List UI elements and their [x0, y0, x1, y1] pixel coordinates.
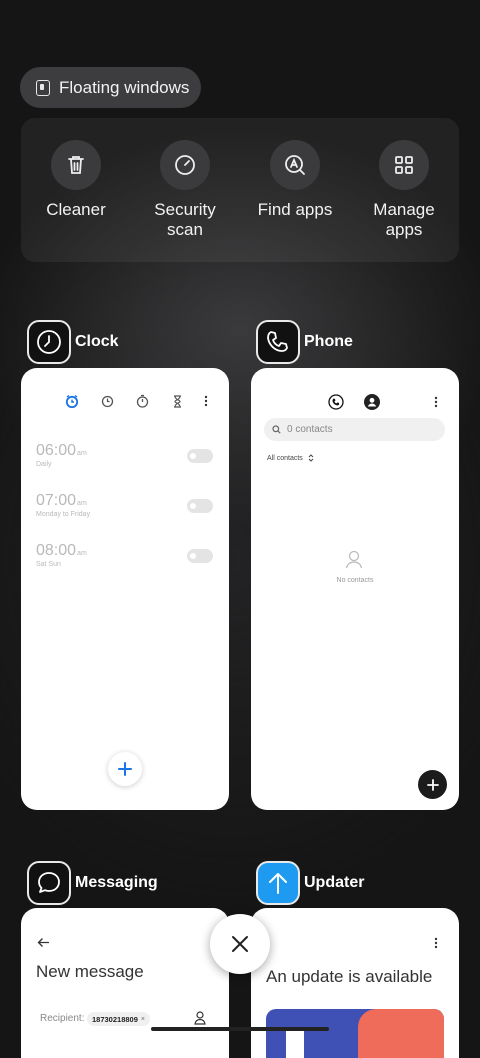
updater-more-icon[interactable] — [434, 937, 438, 949]
clock-app-name: Clock — [75, 333, 119, 350]
plus-icon — [426, 778, 439, 791]
update-banner-accent — [358, 1009, 444, 1058]
clock-more-icon[interactable] — [204, 395, 208, 407]
update-banner-glyph — [286, 1029, 304, 1058]
alarm-tab-icon[interactable] — [65, 394, 79, 408]
alarm-item[interactable]: 08:00am Sat Sun — [36, 542, 87, 568]
close-icon — [232, 936, 248, 952]
clock-card-header[interactable]: Clock — [27, 320, 119, 364]
alarm-repeat: Daily — [36, 461, 52, 468]
quick-tools-panel: Cleaner Security scan Find apps Manage a… — [21, 118, 459, 262]
messaging-card-header[interactable]: Messaging — [27, 861, 158, 905]
cleaner-label: Cleaner — [46, 200, 106, 219]
alarm-ampm: am — [77, 550, 87, 557]
recipient-label: Recipient: — [40, 1013, 85, 1024]
floating-windows-label: Floating windows — [59, 77, 190, 97]
security-scan-button[interactable]: Security scan — [130, 140, 240, 240]
updater-app-name: Updater — [304, 874, 365, 891]
back-arrow-icon[interactable] — [37, 937, 50, 948]
alarm-time: 08:00 — [36, 542, 77, 559]
messaging-app-icon — [27, 861, 71, 905]
alarm-time: 06:00 — [36, 442, 77, 459]
empty-contacts-icon — [345, 550, 363, 569]
alarm-toggle[interactable] — [187, 549, 213, 563]
grid-icon — [379, 140, 429, 190]
contacts-tab-icon[interactable] — [364, 394, 380, 410]
alarm-item[interactable]: 07:00am Monday to Friday — [36, 492, 90, 518]
messaging-card[interactable]: New message Recipient: 18730218809 × — [21, 908, 229, 1058]
world-clock-tab-icon[interactable] — [101, 395, 114, 408]
alarm-ampm: am — [77, 450, 87, 457]
cleaner-button[interactable]: Cleaner — [21, 140, 131, 220]
find-apps-button[interactable]: Find apps — [240, 140, 350, 220]
find-apps-icon — [270, 140, 320, 190]
plus-icon — [118, 762, 132, 776]
remove-recipient-icon[interactable]: × — [141, 1016, 145, 1023]
phone-more-icon[interactable] — [434, 396, 438, 408]
phone-app-icon — [256, 320, 300, 364]
phone-card[interactable]: 0 contacts All contacts No contacts — [251, 368, 459, 810]
manage-apps-button[interactable]: Manage apps — [349, 140, 459, 240]
add-alarm-button[interactable] — [108, 752, 142, 786]
update-available-title: An update is available — [266, 967, 433, 986]
home-indicator[interactable] — [151, 1027, 329, 1031]
floating-window-icon — [36, 79, 50, 96]
messaging-app-name: Messaging — [75, 874, 158, 891]
alarm-time: 07:00 — [36, 492, 77, 509]
phone-app-name: Phone — [304, 333, 353, 350]
stopwatch-tab-icon[interactable] — [136, 394, 149, 408]
find-apps-label: Find apps — [257, 200, 333, 219]
contacts-search-input[interactable]: 0 contacts — [264, 418, 445, 441]
contacts-filter-dropdown[interactable]: All contacts — [267, 454, 314, 462]
alarm-item[interactable]: 06:00am Daily — [36, 442, 87, 468]
sort-chevron-icon — [308, 454, 314, 462]
contact-picker-icon[interactable] — [194, 1011, 206, 1025]
updater-app-icon — [256, 861, 300, 905]
phone-tab-icon[interactable] — [328, 394, 344, 410]
alarm-repeat: Monday to Friday — [36, 511, 91, 518]
update-banner-image — [266, 1009, 444, 1058]
recipient-number: 18730218809 — [92, 1014, 138, 1024]
alarm-ampm: am — [77, 500, 87, 507]
contacts-search-placeholder: 0 contacts — [287, 424, 333, 435]
alarm-repeat: Sat Sun — [36, 561, 61, 568]
clock-app-icon — [27, 320, 71, 364]
timer-tab-icon[interactable] — [172, 395, 183, 408]
new-message-title: New message — [36, 962, 144, 981]
recipient-chip[interactable]: 18730218809 × — [87, 1012, 150, 1026]
alarm-toggle[interactable] — [187, 449, 213, 463]
updater-card-header[interactable]: Updater — [256, 861, 364, 905]
floating-windows-button[interactable]: Floating windows — [20, 67, 201, 108]
security-scan-icon — [160, 140, 210, 190]
security-scan-label: Security scan — [154, 200, 216, 239]
add-contact-button[interactable] — [418, 770, 447, 799]
updater-card[interactable]: An update is available — [251, 908, 459, 1058]
contacts-filter-label: All contacts — [267, 454, 303, 462]
alarm-toggle[interactable] — [187, 499, 213, 513]
close-all-button[interactable] — [210, 914, 270, 974]
trash-icon — [51, 140, 101, 190]
clock-card[interactable]: 06:00am Daily 07:00am Monday to Friday 0… — [21, 368, 229, 810]
search-icon — [272, 425, 281, 434]
phone-card-header[interactable]: Phone — [256, 320, 353, 364]
manage-apps-label: Manage apps — [373, 200, 435, 239]
empty-contacts-text: No contacts — [336, 577, 374, 584]
